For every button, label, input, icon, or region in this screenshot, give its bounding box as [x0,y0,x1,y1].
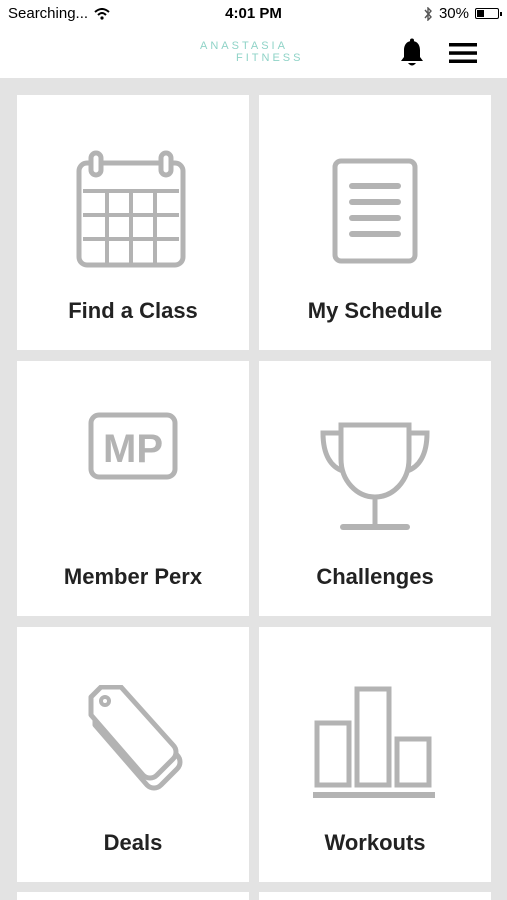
brand-logo[interactable]: ANASTASIA FITNESS [200,40,320,64]
tile-label: Member Perx [63,564,203,589]
battery-cap [500,12,502,16]
logo-line-1: ANASTASIA [200,40,288,52]
app-header: ANASTASIA FITNESS [0,30,507,78]
bluetooth-icon [424,6,432,21]
status-bar: Searching... 4:01 PM 30% [0,0,507,30]
mp-badge-text: MP [103,427,163,471]
tile-label: Workouts [324,830,426,855]
tile-label: Find a Class [68,298,198,323]
document-list-icon [332,158,418,264]
tile-workouts[interactable]: Workouts [259,627,491,882]
trophy-icon [320,422,430,530]
tile-member-perx[interactable]: MP Member Perx [17,361,249,616]
tile-challenges[interactable]: Challenges [259,361,491,616]
battery-percent: 30% [438,5,469,22]
battery-icon [475,8,502,19]
calendar-icon [76,150,186,268]
hamburger-menu-icon[interactable] [447,40,479,66]
tile-my-schedule[interactable]: My Schedule [259,95,491,350]
mp-badge-icon: MP [88,412,178,480]
status-right: 30% [423,5,502,22]
logo-line-2: FITNESS [236,52,304,64]
price-tag-icon [88,685,183,791]
tile-label: My Schedule [307,298,443,323]
tile-find-a-class[interactable]: Find a Class [17,95,249,350]
tile-deals[interactable]: Deals [17,627,249,882]
tile-label: Challenges [316,564,434,589]
tile-label: Deals [103,830,163,855]
bar-chart-icon [313,686,435,798]
bell-icon[interactable] [398,38,426,68]
tile-partial-right[interactable] [259,892,491,900]
battery-fill [477,10,484,17]
tile-partial-left[interactable] [17,892,249,900]
